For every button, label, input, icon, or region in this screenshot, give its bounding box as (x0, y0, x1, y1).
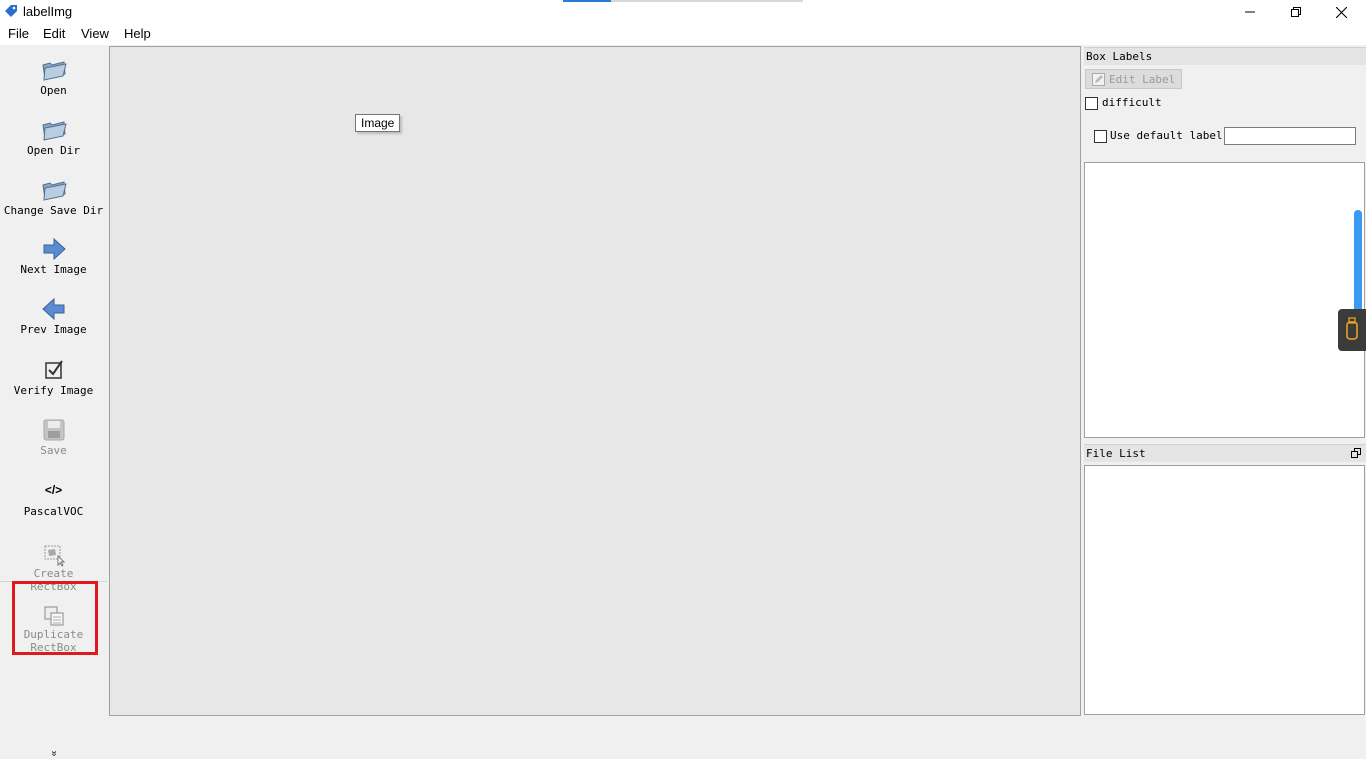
change-save-dir-label: Change Save Dir (3, 204, 104, 217)
toolbar: Open Open Dir Change Save Dir Next Image… (0, 46, 107, 756)
checkbox-verify-icon (44, 360, 63, 379)
chevron-double-down-icon: » (48, 750, 59, 757)
menu-edit[interactable]: Edit (43, 26, 65, 41)
title-accent-bar-secondary (611, 0, 803, 2)
duplicate-rectbox-label-line1: Duplicate (23, 628, 84, 641)
save-button[interactable]: Save (0, 416, 107, 457)
create-rectbox-label-line1: Create (33, 567, 74, 580)
image-canvas[interactable] (109, 46, 1081, 716)
edit-label-button[interactable]: Edit Label (1085, 69, 1182, 89)
scroll-indicator[interactable] (1354, 210, 1362, 315)
create-rectbox-icon (44, 545, 65, 567)
edit-pencil-icon (1092, 73, 1105, 86)
label-list[interactable] (1084, 162, 1365, 438)
toolbar-extension-chevron[interactable]: » (0, 748, 107, 759)
floating-side-widget[interactable] (1338, 309, 1366, 351)
pascalvoc-label: PascalVOC (23, 505, 84, 518)
duplicate-rectbox-label-line2: RectBox (30, 641, 77, 654)
arrow-left-icon (41, 297, 64, 321)
code-format-icon: </> (44, 483, 63, 497)
close-button[interactable] (1318, 0, 1364, 24)
menu-file[interactable]: File (8, 26, 29, 41)
restore-icon (1291, 7, 1301, 17)
save-disk-icon (43, 419, 64, 441)
verify-image-button[interactable]: Verify Image (0, 356, 107, 397)
window-title: labelImg (23, 4, 73, 19)
file-list-dock-title: File List (1084, 444, 1366, 462)
next-image-button[interactable]: Next Image (0, 235, 107, 276)
default-label-input[interactable] (1224, 127, 1356, 145)
difficult-label: difficult (1102, 96, 1162, 109)
save-label: Save (40, 444, 67, 457)
minimize-button[interactable] (1227, 0, 1273, 24)
labelimg-app-icon (5, 5, 17, 17)
restore-button[interactable] (1273, 0, 1319, 24)
title-accent-bar (563, 0, 611, 2)
dock-float-icon[interactable] (1351, 448, 1361, 458)
prev-image-button[interactable]: Prev Image (0, 295, 107, 336)
menu-view[interactable]: View (81, 26, 109, 41)
prev-image-label: Prev Image (20, 323, 87, 336)
file-list[interactable] (1084, 465, 1365, 715)
menu-bar: File Edit View Help (0, 24, 1366, 45)
duplicate-rectbox-button[interactable]: Duplicate RectBox (0, 604, 107, 654)
box-labels-dock-title: Box Labels (1084, 47, 1366, 65)
change-save-dir-button[interactable]: Change Save Dir (0, 176, 107, 217)
close-icon (1335, 6, 1347, 18)
menu-help[interactable]: Help (124, 26, 151, 41)
open-label: Open (40, 84, 67, 97)
status-bar (0, 716, 1366, 737)
open-folder-icon (41, 181, 67, 201)
open-folder-icon (41, 61, 67, 81)
canvas-tooltip: Image (355, 114, 401, 132)
open-button[interactable]: Open (0, 56, 107, 97)
arrow-right-icon (43, 237, 66, 261)
title-bar: labelImg (0, 0, 1366, 24)
open-dir-label: Open Dir (27, 144, 80, 157)
open-dir-button[interactable]: Open Dir (0, 116, 107, 157)
open-folder-icon (41, 121, 67, 141)
pascalvoc-format-button[interactable]: </> PascalVOC (0, 479, 107, 518)
duplicate-rectbox-icon (44, 606, 63, 626)
usb-device-icon (1346, 317, 1358, 340)
difficult-checkbox[interactable] (1085, 97, 1098, 110)
next-image-label: Next Image (20, 263, 87, 276)
verify-image-label: Verify Image (13, 384, 94, 397)
edit-label-text: Edit Label (1109, 73, 1176, 86)
use-default-label-text: Use default label (1110, 129, 1223, 142)
use-default-label-checkbox[interactable] (1094, 130, 1107, 143)
minimize-icon (1245, 11, 1255, 13)
